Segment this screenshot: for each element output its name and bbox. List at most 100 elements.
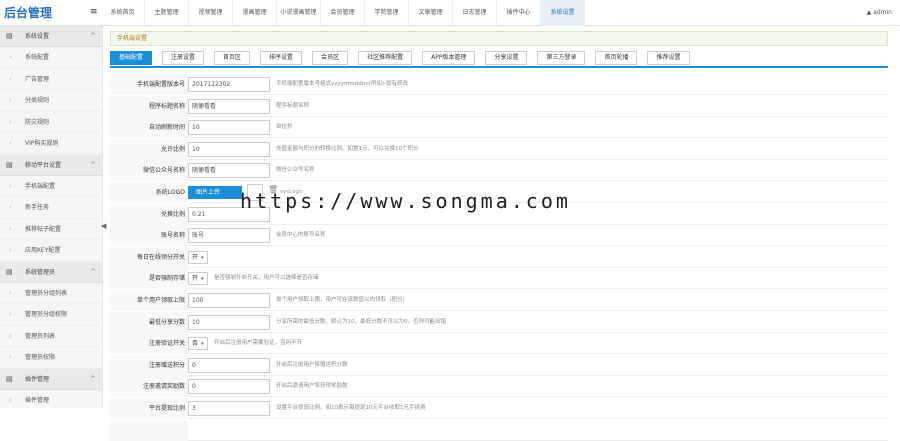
text-input[interactable]: 2017122302 [188,77,270,92]
top-nav-item[interactable]: 视频管理 [189,0,233,26]
form-help: 手机端配置版本号格式yyyymmddnn(例如)-如有修改 [276,81,408,87]
settings-tab[interactable]: 首页区 [214,51,251,65]
form-label: 允许比例 [110,138,188,160]
chevron-up-icon: ^ [90,32,96,40]
chevron-right-icon: › [9,74,12,83]
text-input[interactable]: 100 [188,293,270,308]
text-input[interactable]: 0 [188,357,270,373]
text-input[interactable]: 3 [188,401,270,416]
text-input[interactable]: 随便看看 [188,98,270,114]
sidebar-item[interactable]: › 管理员分组列表 [0,283,102,304]
text-input[interactable]: 账号 [188,228,270,244]
menu-toggle-icon[interactable]: ≡ [90,7,98,17]
text-input[interactable]: 随便看看 [188,163,270,179]
form-label: 是否强制存储 [110,268,188,290]
top-nav-item[interactable]: 文章管理 [409,0,453,26]
form-row: 最低分享分数 10 分享所需的最低分数，默认为10，最低分数不可以为0，否则可能出错 [110,311,888,333]
select-field[interactable]: 开 ▾ [188,272,208,286]
text-input[interactable]: 10 [188,141,270,157]
chevron-right-icon: › [9,331,12,340]
form-help: 开启后邀请用户将获得奖励数 [276,383,348,390]
form-label: 微信公众号名称 [110,160,188,182]
settings-tab[interactable]: 分享设置 [485,51,528,65]
text-input[interactable]: 0 [188,379,270,395]
sidebar-item[interactable]: › 应用KEY配置 [0,240,102,262]
sidebar-item[interactable]: › 系统配置 [0,47,102,69]
chevron-up-icon: ^ [90,267,96,276]
settings-tab[interactable]: APP版本管理 [422,51,476,65]
top-nav-item[interactable]: 小说漫画管理 [277,0,321,26]
form-label: 每日在线领分开关 [110,246,188,268]
sidebar-item[interactable]: › 广告管理 [0,69,102,90]
chevron-right-icon: › [9,310,12,318]
top-nav-item[interactable]: 会员管理 [321,0,365,26]
sidebar-item[interactable]: › 管理员列表 [0,326,102,347]
select-value: 否 [192,340,199,348]
form-row: 手机端配置版本号 2017122302 手机端配置版本号格式yyyymmddnn(例… [110,74,888,95]
watermark: https://www.songma.com [240,189,571,213]
document-icon: ▤ [6,160,13,169]
form-row: 微信公众号名称 随便看看 微信公众号名称 [110,160,888,182]
form-row: 每日在线领分开关开 ▾ [110,246,888,268]
sidebar-item[interactable]: › 防灾规则 [0,112,102,133]
form-help: 开启后注册用户将赠送积分数 [276,361,348,368]
sidebar-item[interactable]: › VIP购买规则 [0,133,102,155]
chevron-right-icon: › [9,288,12,297]
form-row: 自动刷新时间 10 单位秒 [110,117,888,139]
settings-tab[interactable]: 基础配置 [110,51,153,65]
top-nav-item[interactable]: 漫画管理 [233,0,277,26]
form-row: 注册邀请奖励数 0 开启后邀请用户将获得奖励数 [110,376,888,398]
sidebar-item[interactable]: › 插件管理 [0,390,102,409]
document-icon: ▤ [6,267,13,276]
form-label [110,419,188,441]
sidebar-item-label: 系统配置 [25,54,50,61]
sidebar-group[interactable]: ▤ 系统设置 ^ [0,26,102,47]
user-name: admin [873,9,892,16]
form-help: 开启后注册用户需要验证，否则不开 [214,340,303,347]
top-nav-item[interactable]: 学院管理 [365,0,409,26]
settings-tab[interactable]: 第三方登录 [537,51,586,65]
top-nav-item[interactable]: 主题管理 [145,0,189,26]
text-input[interactable]: 10 [188,120,270,136]
sidebar-item[interactable]: › 推荐帖子配置 [0,219,102,240]
sidebar-item[interactable]: › 手机端配置 [0,176,102,197]
collapse-sidebar-icon[interactable]: ◀ [101,222,106,230]
sidebar-group[interactable]: ▤ 移动平台设置 ^ [0,154,102,176]
sidebar-item-label: VIP购买规则 [25,140,59,147]
form-label: 最低分享分数 [110,311,188,333]
user-menu[interactable]: ▲ admin [867,9,892,16]
caret-down-icon: ▾ [201,276,204,283]
form-help: 是否强制开启开关，用户可以选择是否存储 [214,275,319,282]
sidebar-item[interactable]: › 管理员权限 [0,347,102,369]
sidebar-item[interactable]: › 分类规则 [0,90,102,112]
top-nav-item[interactable]: 日志管理 [453,0,497,26]
select-field[interactable]: 开 ▾ [188,250,208,264]
document-icon: ▤ [6,32,13,40]
sidebar-item-label: 手机端配置 [25,182,56,190]
sidebar-item-label: 管理员分组列表 [25,289,68,297]
sidebar-group[interactable]: ▤ 系统管理员 ^ [0,261,102,283]
settings-tab[interactable]: 排序设置 [260,51,303,65]
sidebar-group[interactable]: ▤ 插件管理 ^ [0,368,102,390]
select-value: 开 [192,253,199,261]
image-upload-button[interactable]: 图片上传 [188,186,242,199]
form-label: 手机端配置版本号 [110,74,188,95]
chevron-right-icon: › [9,353,12,361]
text-input[interactable]: 10 [188,314,270,330]
caret-down-icon: ▾ [201,341,204,348]
form-row: 平台提现比例 3 设置平台提现比例，如10表示每提现10元平台收取1元手续费 [110,398,888,419]
form-label: 兑换比例 [110,203,188,225]
sidebar-item[interactable]: › 新手任务 [0,197,102,219]
settings-tab[interactable]: 社区推荐配置 [358,51,413,65]
top-nav-item[interactable]: 插件中心 [497,0,541,26]
settings-tab[interactable]: 推荐设置 [647,51,690,65]
top-nav-item[interactable]: 系统首页 [101,0,145,26]
settings-tab[interactable]: 会员区 [312,51,349,65]
sidebar-item[interactable]: › 管理员分组权限 [0,304,102,326]
chevron-right-icon: › [9,117,12,126]
settings-tab[interactable]: 注册设置 [162,51,205,65]
select-field[interactable]: 否 ▾ [188,337,208,351]
settings-tab[interactable]: 首页轮播 [595,51,638,65]
top-nav-item[interactable]: 系统设置 [541,0,585,26]
form-label: 单个用户领取上限 [110,290,188,311]
